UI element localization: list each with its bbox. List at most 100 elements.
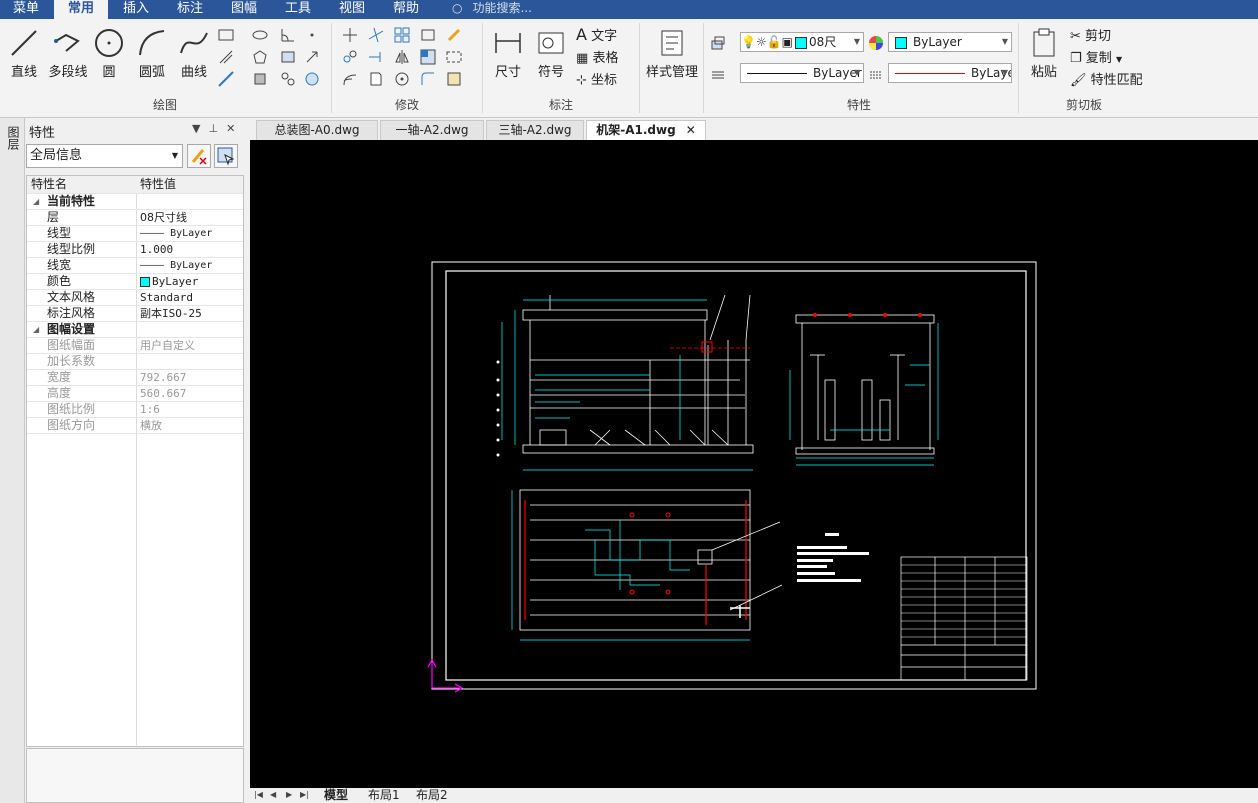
panel-menu-icon[interactable]: ▼	[192, 122, 208, 135]
table-row[interactable]: 图纸方向 横放	[27, 418, 243, 434]
block-icon[interactable]	[280, 71, 296, 87]
angle-icon[interactable]	[280, 27, 296, 43]
hatch-icon[interactable]	[218, 49, 234, 65]
cut-button[interactable]: ✂ 剪切	[1070, 25, 1111, 44]
region-icon[interactable]	[252, 71, 268, 87]
menu-annotate[interactable]: 标注	[164, 0, 216, 19]
rectangle-icon[interactable]	[218, 27, 234, 43]
wipeout-icon[interactable]	[304, 71, 320, 87]
last-tab-icon[interactable]: ▶|	[300, 790, 309, 799]
offset-icon[interactable]	[342, 71, 358, 87]
break-icon[interactable]	[446, 49, 462, 65]
polygon-icon[interactable]	[252, 49, 268, 65]
copy-object-icon[interactable]	[342, 49, 358, 65]
collapse-icon[interactable]: ◢	[33, 322, 39, 337]
table-button[interactable]: ▦ 表格	[576, 47, 618, 66]
table-icon[interactable]	[280, 49, 296, 65]
collapse-icon[interactable]: ◢	[33, 194, 39, 209]
menu-file[interactable]: 菜单	[0, 0, 52, 19]
stretch-icon[interactable]	[420, 27, 436, 43]
trim-icon[interactable]	[368, 27, 384, 43]
table-row[interactable]: 图纸比例 1:6	[27, 402, 243, 418]
layer-combo[interactable]: 💡☼🔓▣ 08尺 ▼	[740, 32, 864, 52]
copy-button[interactable]: ❐ 复制 ▼	[1070, 47, 1122, 66]
table-row[interactable]: 加长系数	[27, 354, 243, 370]
table-row[interactable]: 宽度 792.667	[27, 370, 243, 386]
layer-vertical-tab[interactable]: 图层	[0, 118, 25, 803]
close-icon[interactable]: ✕	[226, 122, 243, 135]
quick-select-button[interactable]	[187, 144, 211, 168]
linetype-combo[interactable]: ByLayer ▼	[740, 63, 864, 83]
extend-icon[interactable]	[368, 49, 384, 65]
table-row[interactable]: 线型比例 1.000	[27, 242, 243, 258]
arc-button[interactable]: 圆弧	[134, 27, 170, 80]
section-current[interactable]: ◢ 当前特性	[27, 194, 243, 210]
panel-controls[interactable]: ▼⊥✕	[192, 122, 243, 135]
color-wheel-icon[interactable]	[868, 35, 884, 51]
table-row[interactable]: 图纸幅面 用户自定义	[27, 338, 243, 354]
menu-tools[interactable]: 工具	[272, 0, 324, 19]
table-row[interactable]: 高度 560.667	[27, 386, 243, 402]
construction-line-icon[interactable]	[218, 71, 234, 87]
prop-value: ———— ByLayer	[140, 228, 213, 239]
color-combo[interactable]: ByLayer ▼	[888, 32, 1012, 52]
polyline-button[interactable]: 多段线	[46, 27, 90, 80]
section-sheet[interactable]: ◢ 图幅设置	[27, 322, 243, 338]
ellipse-icon[interactable]	[252, 27, 268, 43]
feature-search[interactable]: ○ 功能搜索...	[452, 0, 532, 19]
linescale-icon[interactable]	[868, 67, 884, 83]
layout-tab-2[interactable]: 布局2	[416, 788, 448, 803]
select-objects-button[interactable]	[214, 144, 238, 168]
erase-icon[interactable]	[368, 71, 384, 87]
point-icon[interactable]	[304, 27, 320, 43]
style-manager-button[interactable]: 样式管理	[644, 27, 700, 80]
cad-drawing[interactable]	[250, 140, 1258, 788]
table-row[interactable]: 线宽 ———— ByLayer	[27, 258, 243, 274]
table-row[interactable]: 文本风格 Standard	[27, 290, 243, 306]
doc-tab[interactable]: 一轴-A2.dwg	[380, 120, 484, 140]
prev-tab-icon[interactable]: ◀	[270, 790, 276, 799]
doc-tab-active[interactable]: 机架-A1.dwg ✕	[586, 120, 706, 140]
paste-button[interactable]: 粘贴	[1026, 27, 1062, 80]
rotate-icon[interactable]	[394, 71, 410, 87]
layer-manager-icon[interactable]	[710, 35, 726, 51]
pin-icon[interactable]: ⊥	[208, 122, 226, 135]
lineweight-icon[interactable]	[710, 67, 726, 83]
coordinate-button[interactable]: ⊹ 坐标	[576, 69, 617, 88]
match-properties-button[interactable]: 🖌 特性匹配	[1070, 69, 1143, 88]
layout-tab-1[interactable]: 布局1	[368, 788, 400, 803]
object-selector[interactable]: 全局信息 ▼	[26, 144, 183, 168]
scale-icon[interactable]	[420, 49, 436, 65]
menu-insert[interactable]: 插入	[110, 0, 162, 19]
mirror-icon[interactable]	[394, 49, 410, 65]
prop-name: 高度	[47, 386, 72, 400]
explode-icon[interactable]	[446, 71, 462, 87]
arrow-icon[interactable]	[304, 49, 320, 65]
text-button[interactable]: A 文字	[576, 25, 617, 44]
dimension-button[interactable]: 尺寸	[490, 27, 526, 80]
edit-icon[interactable]	[446, 27, 462, 43]
curve-button[interactable]: 曲线	[176, 27, 212, 80]
drawing-canvas[interactable]	[250, 140, 1258, 788]
next-tab-icon[interactable]: ▶	[286, 790, 292, 799]
move-icon[interactable]	[342, 27, 358, 43]
menu-help[interactable]: 帮助	[380, 0, 432, 19]
table-row[interactable]: 颜色 ByLayer	[27, 274, 243, 290]
doc-tab[interactable]: 三轴-A2.dwg	[486, 120, 584, 140]
table-row[interactable]: 层 08尺寸线	[27, 210, 243, 226]
array-icon[interactable]	[394, 27, 410, 43]
menu-home[interactable]: 常用	[54, 0, 108, 19]
menu-view[interactable]: 视图	[326, 0, 378, 19]
table-row[interactable]: 线型 ———— ByLayer	[27, 226, 243, 242]
menu-sheet[interactable]: 图幅	[218, 0, 270, 19]
layout-tab-model[interactable]: 模型	[324, 788, 348, 803]
table-row[interactable]: 标注风格 副本ISO-25	[27, 306, 243, 322]
first-tab-icon[interactable]: |◀	[254, 790, 263, 799]
fillet-icon[interactable]	[420, 71, 436, 87]
doc-tab[interactable]: 总装图-A0.dwg	[256, 120, 378, 140]
circle-button[interactable]: 圆	[92, 27, 126, 80]
close-tab-icon[interactable]: ✕	[686, 123, 696, 137]
symbol-button[interactable]: 符号	[533, 27, 569, 80]
line-button[interactable]: 直线	[6, 27, 42, 80]
lineweight-combo[interactable]: ByLaye ▼	[888, 63, 1012, 83]
